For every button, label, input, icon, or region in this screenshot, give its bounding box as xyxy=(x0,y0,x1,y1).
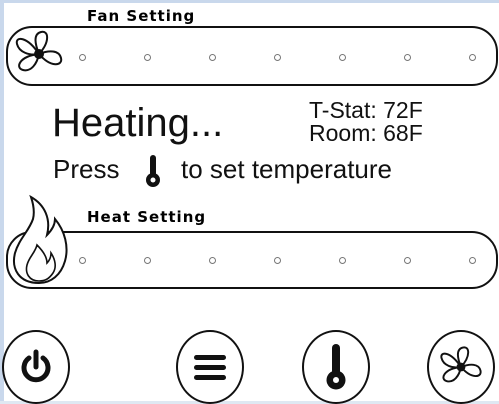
heat-level-7[interactable] xyxy=(469,257,476,264)
fan-level-6[interactable] xyxy=(404,54,411,61)
fan-setting-slider[interactable] xyxy=(6,26,498,86)
menu-button[interactable] xyxy=(176,330,244,404)
fan-icon xyxy=(15,30,63,72)
set-temperature-button[interactable] xyxy=(302,330,370,404)
frame-edge-top xyxy=(0,0,499,3)
power-button[interactable] xyxy=(2,330,70,404)
heating-status: Heating... xyxy=(52,101,224,145)
frame-edge-left xyxy=(0,0,4,401)
heat-setting-title: Heat Setting xyxy=(87,208,207,226)
fan-level-1[interactable] xyxy=(79,54,86,61)
fan-button[interactable] xyxy=(427,330,495,404)
flame-icon xyxy=(13,194,68,285)
fan-level-7[interactable] xyxy=(469,54,476,61)
fan-level-3[interactable] xyxy=(209,54,216,61)
heat-level-4[interactable] xyxy=(274,257,281,264)
heat-level-2[interactable] xyxy=(144,257,151,264)
heat-setting-slider[interactable] xyxy=(6,231,498,289)
room-temperature: Room: 68F xyxy=(309,120,423,146)
fan-level-5[interactable] xyxy=(339,54,346,61)
thermometer-icon xyxy=(326,344,346,390)
heat-level-5[interactable] xyxy=(339,257,346,264)
fan-icon xyxy=(440,346,482,383)
heat-level-6[interactable] xyxy=(404,257,411,264)
hint-prefix: Press xyxy=(53,154,120,184)
fan-level-4[interactable] xyxy=(274,54,281,61)
hint-suffix: to set temperature xyxy=(181,154,392,184)
thermometer-icon xyxy=(146,155,160,187)
fan-level-2[interactable] xyxy=(144,54,151,61)
heat-level-1[interactable] xyxy=(79,257,86,264)
power-icon xyxy=(21,349,51,383)
fan-setting-title: Fan Setting xyxy=(87,7,196,25)
menu-icon xyxy=(194,355,226,380)
heat-level-3[interactable] xyxy=(209,257,216,264)
